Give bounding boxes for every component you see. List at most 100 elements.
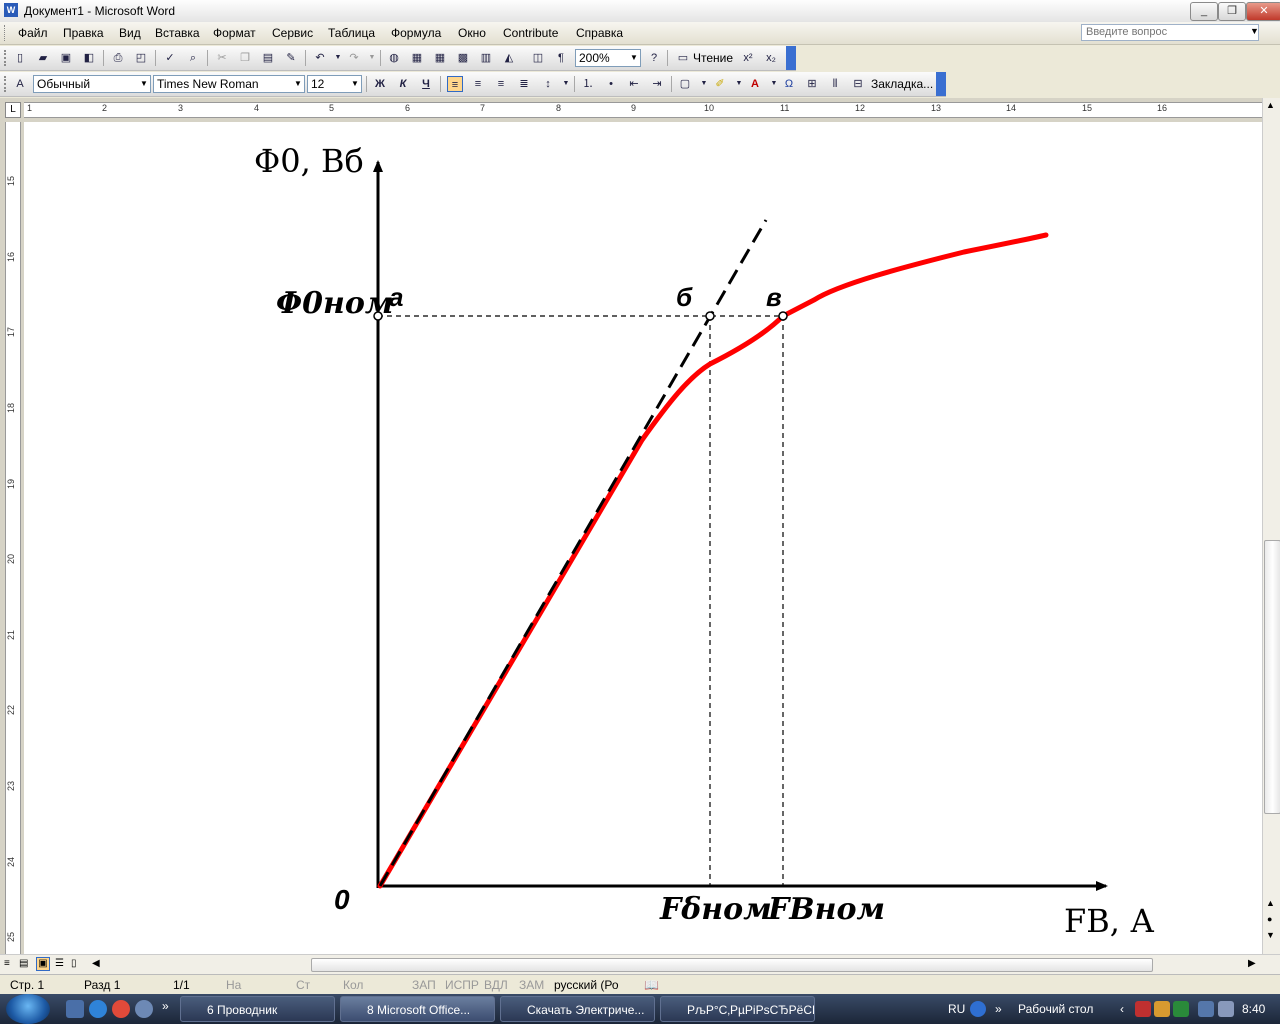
language-indicator[interactable]: RU — [948, 1002, 965, 1016]
insert-table-icon[interactable]: ▦ — [432, 50, 448, 66]
menu-tools[interactable]: Сервис — [270, 26, 315, 40]
scroll-right-icon[interactable]: ▶ — [1248, 958, 1256, 969]
task-word[interactable]: 8 Microsoft Office... — [340, 996, 495, 1022]
symbol-icon[interactable]: Ω — [781, 76, 797, 92]
menu-edit[interactable]: Правка — [61, 26, 106, 40]
zoom-combo[interactable]: 200% ▼ — [575, 49, 641, 67]
align-right-icon[interactable]: ≡ — [493, 76, 509, 92]
numbering-icon[interactable]: ⒈ — [580, 76, 596, 92]
chrome-icon[interactable] — [112, 1000, 130, 1018]
horizontal-ruler[interactable]: L 1 2 3 4 5 6 7 8 9 10 11 12 13 14 15 16 — [0, 98, 1280, 122]
insert-excel-icon[interactable]: ▩ — [455, 50, 471, 66]
start-button[interactable] — [6, 994, 50, 1024]
redo-dropdown-icon[interactable]: ▼ — [364, 50, 380, 66]
style-dropdown-icon[interactable]: ▼ — [138, 76, 150, 92]
status-record[interactable]: ЗАП — [412, 978, 436, 992]
hyperlink-icon[interactable]: ◍ — [386, 50, 402, 66]
reading-mode-icon[interactable]: ▭ — [675, 50, 691, 66]
menu-contribute[interactable]: Contribute — [501, 26, 560, 40]
spelling-status-icon[interactable]: 📖 — [644, 978, 659, 992]
tray-expand-icon[interactable]: » — [995, 1002, 1002, 1016]
toolbar-options-icon[interactable] — [936, 72, 946, 96]
reading-mode-button[interactable]: Чтение — [693, 51, 733, 65]
print-preview-icon[interactable]: ◰ — [133, 50, 149, 66]
help-dropdown-icon[interactable]: ▼ — [1250, 26, 1259, 36]
horizontal-scrollbar[interactable]: ≡ ▤ ▣ ☰ ▯ ◀ ▶ — [0, 954, 1280, 975]
tab-selector-icon[interactable]: L — [5, 102, 21, 118]
menu-window[interactable]: Окно — [456, 26, 488, 40]
vertical-ruler-strip[interactable] — [5, 122, 21, 954]
minimize-button[interactable]: _ — [1190, 2, 1218, 21]
font-color-icon[interactable]: A — [747, 76, 763, 92]
copy-icon[interactable]: ❐ — [237, 50, 253, 66]
underline-button[interactable]: Ч — [418, 76, 434, 92]
format-painter-icon[interactable]: ✎ — [283, 50, 299, 66]
volume-tray-icon[interactable] — [1218, 1001, 1234, 1017]
internet-explorer-icon[interactable] — [89, 1000, 107, 1018]
print-layout-icon[interactable]: ▣ — [36, 957, 50, 971]
vertical-scroll-thumb[interactable] — [1264, 540, 1280, 814]
fields-icon[interactable]: ⊞ — [804, 76, 820, 92]
ruler-strip[interactable] — [24, 102, 1264, 118]
drawing-icon[interactable]: ◭ — [501, 50, 517, 66]
undo-icon[interactable]: ↶ — [312, 50, 328, 66]
help-icon[interactable]: ? — [646, 50, 662, 66]
document-map-icon[interactable]: ◫ — [530, 50, 546, 66]
spelling-icon[interactable]: ✓ — [162, 50, 178, 66]
styles-pane-icon[interactable]: A — [12, 76, 28, 92]
italic-button[interactable]: К — [395, 76, 411, 92]
highlight-dropdown-icon[interactable]: ▼ — [731, 76, 747, 92]
next-page-icon[interactable]: ▼ — [1266, 930, 1275, 940]
new-document-icon[interactable]: ▯ — [12, 50, 28, 66]
toolbar-chevron-icon[interactable]: ‹ — [1120, 1002, 1124, 1016]
quicklaunch-icon[interactable] — [135, 1000, 153, 1018]
cut-icon[interactable]: ✂ — [214, 50, 230, 66]
tables-borders-icon[interactable]: ▦ — [409, 50, 425, 66]
show-desktop-icon[interactable] — [66, 1000, 84, 1018]
reading-view-icon[interactable]: ▯ — [71, 958, 77, 969]
vertical-ruler[interactable]: 15 16 17 18 19 20 21 22 23 24 25 — [0, 122, 24, 954]
tab-stops-icon[interactable]: ⊟ — [850, 76, 866, 92]
bookmark-button[interactable]: Закладка... — [871, 77, 933, 91]
font-size-dropdown-icon[interactable]: ▼ — [349, 76, 361, 92]
menu-file[interactable]: Файл — [16, 26, 50, 40]
font-color-dropdown-icon[interactable]: ▼ — [766, 76, 782, 92]
menu-insert[interactable]: Вставка — [153, 26, 202, 40]
document-page[interactable]: Φ0, Вб Φ0ном а б в 0 Fδном FBном FB, А — [24, 122, 1264, 954]
columns-icon[interactable]: ▥ — [478, 50, 494, 66]
desktop-toolbar[interactable]: Рабочий стол — [1018, 1002, 1093, 1016]
quicklaunch-expand-icon[interactable]: » — [162, 999, 169, 1013]
zoom-dropdown-icon[interactable]: ▼ — [628, 50, 640, 66]
line-spacing-dropdown-icon[interactable]: ▼ — [558, 76, 574, 92]
undo-dropdown-icon[interactable]: ▼ — [330, 50, 346, 66]
increase-indent-icon[interactable]: ⇥ — [649, 76, 665, 92]
align-left-icon[interactable]: ≡ — [447, 76, 463, 92]
restore-button[interactable]: ❐ — [1218, 2, 1246, 21]
task-browser-download[interactable]: Скачать Электриче... — [500, 996, 655, 1022]
scroll-up-icon[interactable]: ▲ — [1266, 100, 1275, 110]
help-search-input[interactable] — [1081, 24, 1259, 41]
antivirus-tray-icon[interactable] — [1135, 1001, 1151, 1017]
font-dropdown-icon[interactable]: ▼ — [292, 76, 304, 92]
menu-view[interactable]: Вид — [117, 26, 143, 40]
permission-icon[interactable]: ◧ — [81, 50, 97, 66]
horizontal-scroll-thumb[interactable] — [311, 958, 1153, 972]
browse-object-icon[interactable]: ● — [1267, 914, 1272, 924]
menu-format[interactable]: Формат — [211, 26, 258, 40]
style-combo[interactable]: Обычный ▼ — [33, 75, 151, 93]
bullets-icon[interactable]: • — [603, 76, 619, 92]
line-spacing-icon[interactable]: ↕ — [540, 76, 556, 92]
font-size-combo[interactable]: 12 ▼ — [307, 75, 362, 93]
normal-view-icon[interactable]: ≡ — [4, 958, 10, 969]
research-icon[interactable]: ⌕ — [185, 50, 201, 66]
redo-icon[interactable]: ↷ — [346, 50, 362, 66]
menu-table[interactable]: Таблица — [326, 26, 377, 40]
highlight-icon[interactable]: ✐ — [712, 76, 728, 92]
previous-page-icon[interactable]: ▲ — [1266, 898, 1275, 908]
toolbar-options-icon[interactable] — [786, 46, 796, 70]
justify-icon[interactable]: ≣ — [516, 76, 532, 92]
subscript-icon[interactable]: x₂ — [763, 50, 779, 66]
open-icon[interactable]: ▰ — [35, 50, 51, 66]
align-center-icon[interactable]: ≡ — [470, 76, 486, 92]
help-tray-icon[interactable] — [970, 1001, 986, 1017]
